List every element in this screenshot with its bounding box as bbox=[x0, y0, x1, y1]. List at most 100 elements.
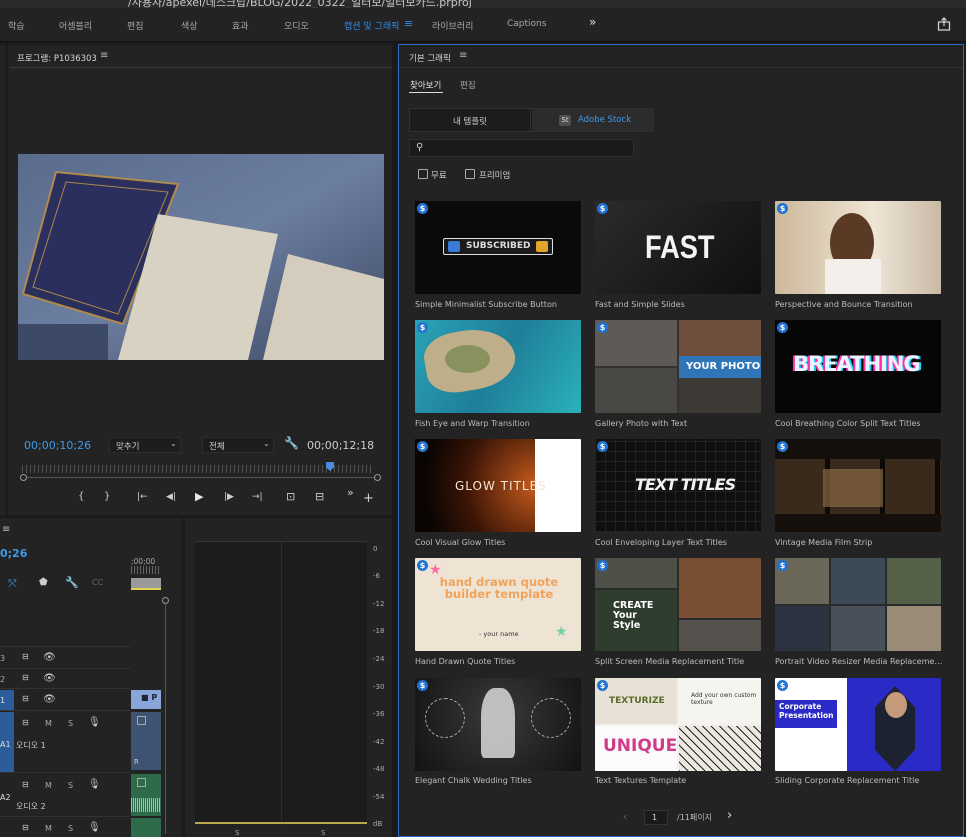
template-thumbnail[interactable]: $ ★ hand drawn quote builder template - … bbox=[415, 558, 581, 651]
template-thumbnail[interactable]: $ TEXTURIZE Add your own custom texture … bbox=[595, 678, 761, 771]
program-monitor-title[interactable]: 프로그램: P1036303 bbox=[17, 52, 97, 64]
wrench-icon[interactable]: 🔧 bbox=[284, 436, 299, 450]
timeline-scrollbar[interactable] bbox=[165, 604, 166, 834]
template-thumbnail[interactable]: $ bbox=[415, 320, 581, 413]
solo-button[interactable]: S bbox=[68, 781, 73, 790]
track-output-icon[interactable]: ⊟ bbox=[22, 780, 29, 789]
workspace-tab-effects[interactable]: 효과 bbox=[232, 19, 249, 32]
more-controls-icon[interactable]: » bbox=[347, 486, 354, 499]
workspace-overflow-icon[interactable]: » bbox=[589, 15, 596, 29]
previous-page-icon[interactable]: ‹ bbox=[623, 810, 627, 823]
timeline-timecode[interactable]: 0;26 bbox=[0, 547, 27, 560]
eye-icon[interactable]: 👁 bbox=[43, 694, 56, 705]
mark-out-button[interactable]: } bbox=[104, 491, 110, 502]
go-to-in-button[interactable]: |← bbox=[137, 492, 148, 502]
track-v1-label[interactable]: 1 bbox=[0, 696, 5, 705]
free-checkbox[interactable] bbox=[418, 169, 428, 179]
work-area-bar[interactable] bbox=[131, 578, 161, 588]
workspace-menu-icon[interactable]: ≡ bbox=[404, 17, 413, 30]
captions-icon[interactable]: CC bbox=[92, 578, 103, 587]
ruler-label: ;00;00 bbox=[131, 557, 156, 566]
step-back-button[interactable]: ◀| bbox=[166, 492, 176, 502]
marker-icon[interactable]: ⬟ bbox=[39, 577, 48, 588]
track-output-icon[interactable]: ⊟ bbox=[22, 652, 29, 661]
solo-button[interactable]: S bbox=[68, 824, 73, 833]
audio-clip[interactable]: R bbox=[131, 712, 161, 770]
track-output-icon[interactable]: ⊟ bbox=[22, 673, 29, 682]
page-number-input[interactable]: 1 bbox=[644, 810, 668, 825]
template-thumbnail[interactable]: $ bbox=[775, 439, 941, 532]
wrench-icon[interactable]: 🔧 bbox=[65, 576, 79, 589]
template-thumbnail[interactable]: $ FAST bbox=[595, 201, 761, 294]
video-clip[interactable]: ■ P bbox=[131, 690, 161, 709]
workspace-tab-color[interactable]: 색상 bbox=[181, 19, 198, 32]
template-thumbnail[interactable]: $ bbox=[775, 201, 941, 294]
template-thumbnail[interactable]: $ Corporate Presentation bbox=[775, 678, 941, 771]
program-video-frame[interactable] bbox=[18, 154, 384, 360]
workspace-tab-libraries[interactable]: 라이브러리 bbox=[432, 19, 473, 32]
panel-menu-icon[interactable]: ≡ bbox=[100, 50, 108, 61]
step-forward-button[interactable]: |▶ bbox=[224, 492, 234, 502]
template-thumbnail[interactable]: $ BREATHING bbox=[775, 320, 941, 413]
audio-clip[interactable] bbox=[131, 774, 161, 816]
next-page-icon[interactable]: › bbox=[727, 808, 732, 823]
template-thumbnail[interactable]: $ YOUR PHOTOS bbox=[595, 320, 761, 413]
add-button[interactable]: + bbox=[363, 491, 374, 506]
track-output-icon[interactable]: ⊟ bbox=[22, 718, 29, 727]
track-a2-name[interactable]: 오디오 2 bbox=[16, 801, 46, 812]
solo-right-button[interactable]: S bbox=[321, 829, 325, 837]
template-art-text: YOUR PHOTOS bbox=[686, 361, 761, 372]
track-a1-name[interactable]: 오디오 1 bbox=[16, 740, 46, 751]
track-output-icon[interactable]: ⊟ bbox=[22, 823, 29, 832]
microphone-icon[interactable]: 🎙 bbox=[88, 779, 101, 790]
track-v3-label[interactable]: 3 bbox=[0, 654, 5, 663]
workspace-tab-audio[interactable]: 오디오 bbox=[284, 19, 309, 32]
template-thumbnail[interactable]: $ SUBSCRIBED bbox=[415, 201, 581, 294]
panel-menu-icon[interactable]: ≡ bbox=[459, 50, 467, 61]
mute-button[interactable]: M bbox=[45, 824, 52, 833]
template-thumbnail[interactable]: $ bbox=[775, 558, 941, 651]
adobe-stock-button[interactable]: St Adobe Stock bbox=[532, 109, 653, 131]
playback-resolution-select[interactable]: 전체 ⌄ bbox=[202, 437, 274, 453]
tab-edit[interactable]: 편집 bbox=[460, 79, 476, 91]
microphone-icon[interactable]: 🎙 bbox=[88, 717, 101, 728]
mark-in-button[interactable]: { bbox=[78, 491, 84, 502]
play-button[interactable]: ▶ bbox=[195, 490, 203, 503]
workspace-tab-edit[interactable]: 편집 bbox=[127, 19, 144, 32]
lift-button[interactable]: ⊡ bbox=[286, 490, 295, 503]
panel-menu-icon[interactable]: ≡ bbox=[2, 524, 10, 535]
track-a2-label[interactable]: A2 bbox=[0, 793, 11, 802]
template-thumbnail[interactable]: $ GLOW TITLES bbox=[415, 439, 581, 532]
mute-button[interactable]: M bbox=[45, 719, 52, 728]
time-ruler[interactable] bbox=[22, 465, 372, 473]
track-output-icon[interactable]: ⊟ bbox=[22, 694, 29, 703]
audio-clip[interactable] bbox=[131, 818, 161, 837]
solo-button[interactable]: S bbox=[68, 719, 73, 728]
workspace-tab-captions[interactable]: Captions bbox=[507, 19, 546, 29]
go-to-out-button[interactable]: →| bbox=[252, 492, 263, 502]
eye-icon[interactable]: 👁 bbox=[43, 673, 56, 684]
premium-checkbox[interactable] bbox=[465, 169, 475, 179]
workspace-tab-captions-graphics[interactable]: 캡션 및 그래픽 bbox=[344, 19, 399, 32]
panel-title[interactable]: 기본 그래픽 bbox=[409, 52, 451, 64]
track-a1-label[interactable]: A1 bbox=[0, 740, 11, 749]
mute-button[interactable]: M bbox=[45, 781, 52, 790]
template-thumbnail[interactable]: $ bbox=[415, 678, 581, 771]
extract-button[interactable]: ⊟ bbox=[315, 490, 324, 503]
solo-left-button[interactable]: S bbox=[235, 829, 239, 837]
microphone-icon[interactable]: 🎙 bbox=[88, 822, 101, 833]
tab-browse[interactable]: 찾아보기 bbox=[410, 79, 441, 91]
eye-icon[interactable]: 👁 bbox=[43, 652, 56, 663]
share-icon[interactable] bbox=[937, 17, 951, 31]
workspace-tab-assembly[interactable]: 어셈블리 bbox=[59, 19, 92, 32]
template-thumbnail[interactable]: $ TEXT TITLES bbox=[595, 439, 761, 532]
workspace-tab-learn[interactable]: 학습 bbox=[8, 19, 25, 32]
playhead-timecode[interactable]: 00;00;10;26 bbox=[24, 439, 91, 452]
search-input[interactable]: ⚲ bbox=[409, 139, 634, 157]
zoom-scrollbar[interactable] bbox=[22, 477, 378, 478]
track-v2-label[interactable]: 2 bbox=[0, 675, 5, 684]
zoom-fit-select[interactable]: 맞추기 ⌄ bbox=[109, 437, 181, 453]
snap-icon[interactable]: ⤧ bbox=[8, 577, 17, 591]
template-thumbnail[interactable]: $ CREATE Your Style bbox=[595, 558, 761, 651]
my-templates-button[interactable]: 내 템플릿 bbox=[410, 109, 531, 131]
